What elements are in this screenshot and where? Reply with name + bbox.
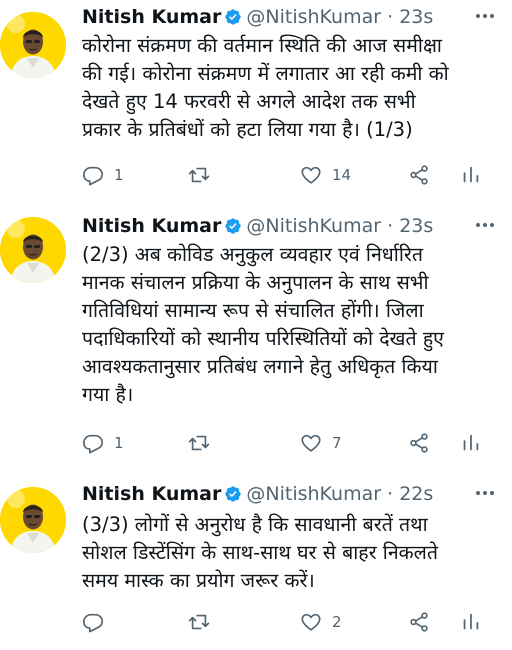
- tweet-text-line: समय मास्क का प्रयोग जरूर करें।: [82, 569, 315, 592]
- retweet-button[interactable]: [188, 431, 220, 455]
- heart-icon: [300, 164, 322, 186]
- share-icon: [408, 611, 430, 633]
- retweet-button[interactable]: [188, 610, 220, 634]
- reply-button[interactable]: [82, 610, 114, 634]
- share-icon: [408, 432, 430, 454]
- separator: ·: [387, 483, 394, 505]
- tweet-header: Nitish Kumar @NitishKumar · 23s: [82, 4, 433, 30]
- tweet[interactable]: Nitish Kumar @NitishKumar · 22s (3/3) लोग…: [0, 477, 512, 650]
- tweet-text-line: गया है।: [82, 383, 134, 406]
- verified-badge-icon: [224, 217, 242, 235]
- analytics-icon: [460, 432, 482, 454]
- retweet-icon: [188, 164, 210, 186]
- like-count: 7: [332, 434, 342, 452]
- tweet-text-line: गतिविधियां सामान्य रूप से संचालित होंगी।…: [82, 299, 424, 322]
- heart-icon: [300, 432, 322, 454]
- author-handle[interactable]: @NitishKumar: [246, 6, 381, 28]
- tweet-actions: 1 7: [82, 431, 492, 455]
- tweet-text-line: कोरोना संक्रमण की वर्तमान स्थिति की आज स…: [82, 34, 442, 57]
- heart-icon: [300, 611, 322, 633]
- reply-button[interactable]: 1: [82, 431, 124, 455]
- author-handle[interactable]: @NitishKumar: [246, 483, 381, 505]
- tweet-text: कोरोना संक्रमण की वर्तमान स्थिति की आज स…: [82, 32, 494, 144]
- more-icon[interactable]: [472, 6, 498, 26]
- separator: ·: [387, 6, 394, 28]
- reply-count: 1: [114, 434, 124, 452]
- tweet-actions: 2: [82, 610, 492, 634]
- timestamp[interactable]: 22s: [399, 483, 433, 505]
- tweet-text-line: मानक संचालन प्रक्रिया के अनुपालन के साथ …: [82, 271, 429, 294]
- tweet-text-line: (2/3) अब कोविड अनुकुल व्यवहार एवं निर्धा…: [82, 243, 423, 266]
- tweet-header: Nitish Kumar @NitishKumar · 22s: [82, 481, 433, 507]
- more-icon[interactable]: [472, 483, 498, 503]
- tweet-text-line: देखते हुए 14 फरवरी से अगले आदेश तक सभी: [82, 90, 416, 113]
- avatar[interactable]: [0, 487, 66, 553]
- avatar[interactable]: [0, 12, 66, 78]
- reply-icon: [82, 432, 104, 454]
- tweet-text-line: सोशल डिस्टेंसिंग के साथ-साथ घर से बाहर न…: [82, 541, 438, 564]
- tweet-actions: 1 14: [82, 163, 492, 187]
- tweet-text-line: प्रकार के प्रतिबंधों को हटा लिया गया है।…: [82, 118, 413, 141]
- tweet-text-line: (3/3) लोगों से अनुरोध है कि सावधानी बरते…: [82, 513, 428, 536]
- author-name[interactable]: Nitish Kumar: [82, 483, 221, 505]
- retweet-button[interactable]: [188, 163, 220, 187]
- share-button[interactable]: [408, 431, 430, 455]
- reply-icon: [82, 611, 104, 633]
- tweet-text: (3/3) लोगों से अनुरोध है कि सावधानी बरते…: [82, 511, 494, 595]
- retweet-icon: [188, 611, 210, 633]
- tweet[interactable]: Nitish Kumar @NitishKumar · 23s कोरोना सं…: [0, 0, 512, 205]
- tweet-text: (2/3) अब कोविड अनुकुल व्यवहार एवं निर्धा…: [82, 241, 494, 409]
- avatar[interactable]: [0, 217, 66, 283]
- share-button[interactable]: [408, 610, 430, 634]
- timestamp[interactable]: 23s: [399, 6, 433, 28]
- author-name[interactable]: Nitish Kumar: [82, 215, 221, 237]
- separator: ·: [387, 215, 394, 237]
- share-button[interactable]: [408, 163, 430, 187]
- retweet-icon: [188, 432, 210, 454]
- like-button[interactable]: 2: [300, 610, 342, 634]
- timestamp[interactable]: 23s: [399, 215, 433, 237]
- analytics-button[interactable]: [460, 610, 482, 634]
- reply-button[interactable]: 1: [82, 163, 124, 187]
- verified-badge-icon: [224, 485, 242, 503]
- tweet-header: Nitish Kumar @NitishKumar · 23s: [82, 213, 433, 239]
- share-icon: [408, 164, 430, 186]
- reply-count: 1: [114, 166, 124, 184]
- tweet-text-line: की गई। कोरोना संक्रमण में लगातार आ रही क…: [82, 62, 449, 85]
- verified-badge-icon: [224, 8, 242, 26]
- analytics-button[interactable]: [460, 431, 482, 455]
- like-count: 2: [332, 613, 342, 631]
- analytics-icon: [460, 611, 482, 633]
- tweet-text-line: पदाधिकारियों को स्थानीय परिस्थितियों को …: [82, 327, 444, 350]
- like-button[interactable]: 7: [300, 431, 342, 455]
- tweet-text-line: आवश्यकतानुसार प्रतिबंध लगाने हेतु अधिकृत…: [82, 355, 438, 378]
- author-handle[interactable]: @NitishKumar: [246, 215, 381, 237]
- like-button[interactable]: 14: [300, 163, 351, 187]
- tweet[interactable]: Nitish Kumar @NitishKumar · 23s (2/3) अब …: [0, 205, 512, 477]
- analytics-icon: [460, 164, 482, 186]
- author-name[interactable]: Nitish Kumar: [82, 6, 221, 28]
- reply-icon: [82, 164, 104, 186]
- analytics-button[interactable]: [460, 163, 482, 187]
- more-icon[interactable]: [472, 215, 498, 235]
- like-count: 14: [332, 166, 352, 184]
